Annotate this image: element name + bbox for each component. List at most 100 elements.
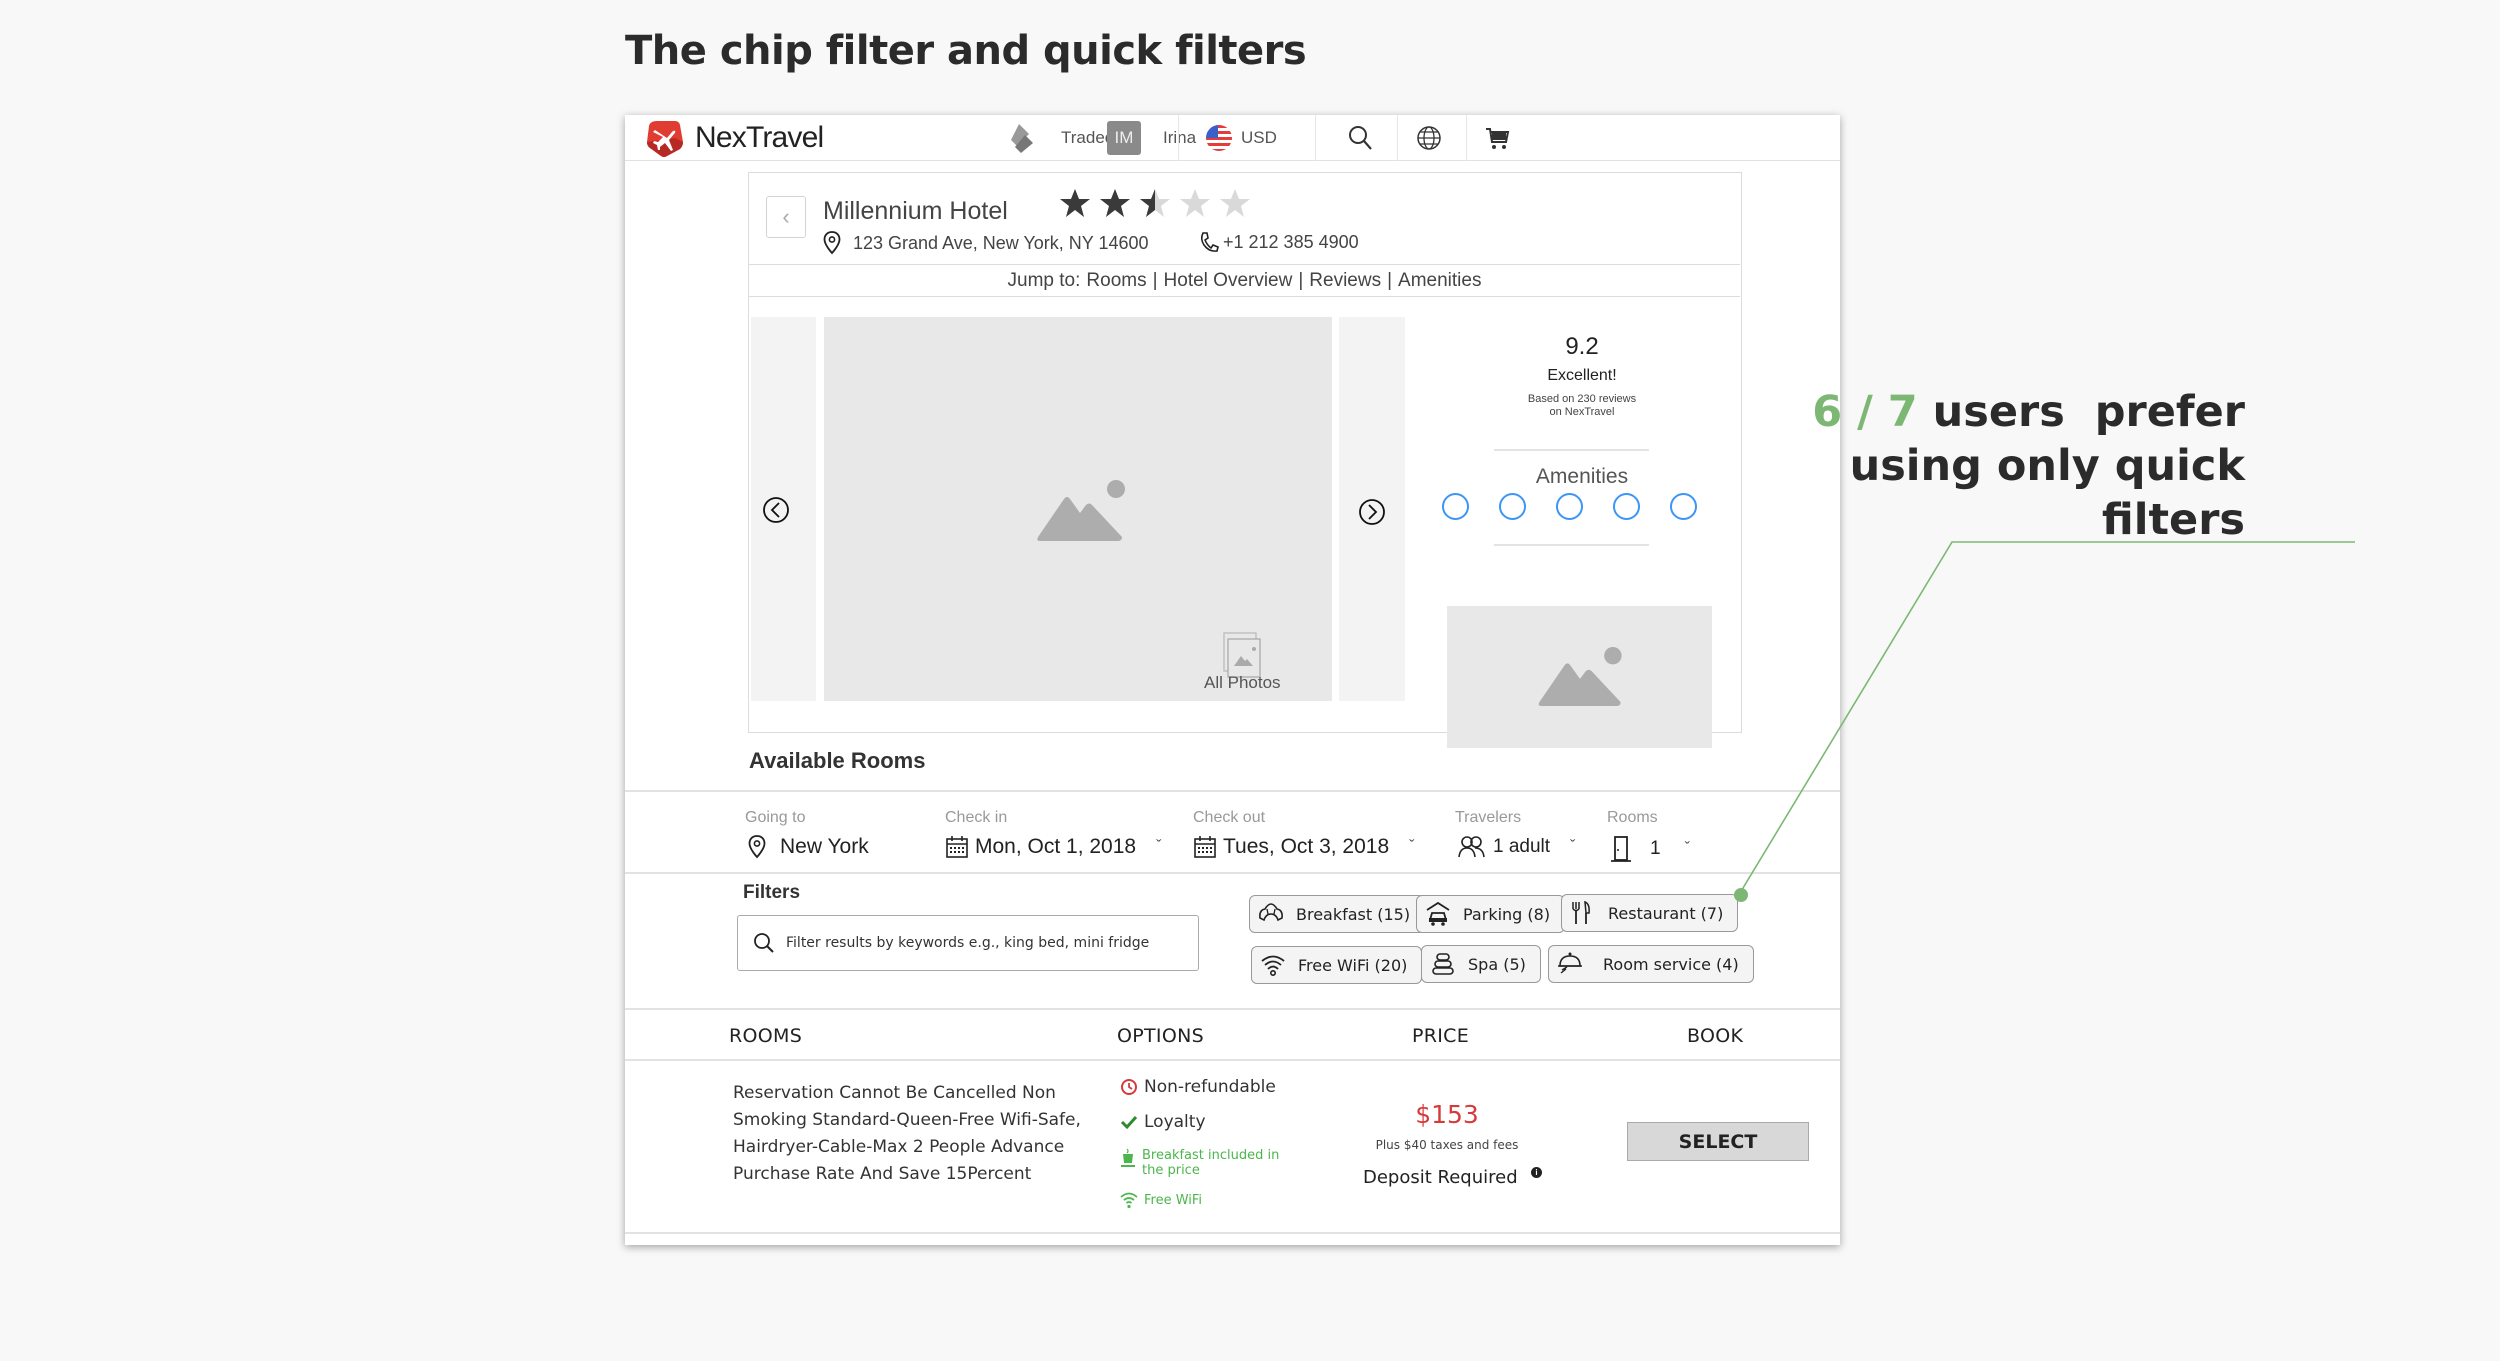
option-breakfast-line2: the price: [1142, 1163, 1200, 1178]
jump-link-hotel-overview[interactable]: Hotel Overview: [1164, 270, 1293, 292]
col-header-price: PRICE: [1412, 1025, 1470, 1047]
option-loyalty-text: Loyalty: [1144, 1112, 1206, 1132]
rooms-field[interactable]: 1 ˇ: [1610, 835, 1690, 863]
star-filled-icon: [1100, 189, 1130, 217]
hotel-phone[interactable]: +1 212 385 4900: [1199, 231, 1359, 253]
room-taxes: Plus $40 taxes and fees: [1375, 1138, 1519, 1152]
jump-link-amenities[interactable]: Amenities: [1398, 270, 1481, 292]
chevron-down-icon: ˇ: [1409, 838, 1415, 855]
jump-prefix: Jump to:: [1007, 269, 1081, 291]
amenity-circle-icon[interactable]: [1442, 493, 1469, 520]
quick-filter-breakfast[interactable]: Breakfast (15): [1249, 895, 1426, 933]
callout-line3: filters: [2101, 495, 2245, 545]
quick-filter-free-wifi[interactable]: Free WiFi (20): [1251, 946, 1423, 984]
star-filled-icon: [1060, 189, 1090, 217]
callout-line2: using only quick: [1849, 441, 2245, 491]
star-empty-icon: [1180, 189, 1210, 217]
col-header-book: BOOK: [1687, 1025, 1744, 1047]
room-description: Reservation Cannot Be Cancelled Non Smok…: [733, 1083, 1081, 1184]
clock-icon: [1121, 1079, 1137, 1095]
travelers-value: 1 adult: [1493, 836, 1551, 857]
table-header-divider: [625, 1059, 1840, 1061]
currency-label: USD: [1241, 128, 1277, 147]
insight-callout: 6 / 7 users prefer using only quick filt…: [1812, 385, 2245, 547]
jump-separator: |: [1298, 269, 1304, 291]
col-header-options: OPTIONS: [1117, 1025, 1204, 1047]
slide-title: The chip filter and quick filters: [625, 28, 1307, 74]
table-row-divider: [625, 1232, 1840, 1234]
currency-selector[interactable]: USD: [1205, 115, 1277, 161]
wifi-icon: [1120, 1192, 1138, 1209]
available-rooms-title: Available Rooms: [749, 748, 926, 773]
phone-icon: [1200, 232, 1219, 252]
travelers-label: Travelers: [1455, 809, 1522, 826]
chevron-left-icon: ‹: [782, 204, 790, 229]
location-pin-icon: [823, 231, 841, 255]
user-avatar: IM: [1107, 121, 1141, 155]
jump-link-rooms[interactable]: Rooms: [1086, 270, 1146, 292]
amenities-title: Amenities: [1535, 465, 1629, 488]
check-out-field[interactable]: Tues, Oct 3, 2018 ˇ: [1193, 835, 1414, 859]
info-icon[interactable]: i: [1531, 1167, 1542, 1178]
search-icon: [754, 933, 774, 953]
nav-divider: [1466, 115, 1467, 161]
search-button[interactable]: [1347, 115, 1375, 161]
amenity-circle-icon[interactable]: [1556, 493, 1583, 520]
cart-icon: [1486, 128, 1510, 149]
quick-filter-spa[interactable]: Spa (5): [1421, 945, 1541, 983]
fork-knife-icon: [1572, 900, 1590, 924]
col-header-rooms: ROOMS: [729, 1025, 803, 1047]
language-button[interactable]: [1415, 115, 1443, 161]
filter-keyword-input[interactable]: [786, 935, 1186, 951]
wifi-icon: [1261, 955, 1285, 976]
gallery-prev-button[interactable]: [761, 495, 791, 525]
gallery-prev-strip: [751, 317, 816, 701]
option-loyalty: Loyalty: [1120, 1112, 1206, 1132]
option-refund: Non-refundable: [1120, 1077, 1276, 1097]
user-menu[interactable]: IM Irina: [877, 115, 1196, 161]
quick-filter-room-service[interactable]: Room service (4): [1548, 945, 1754, 983]
option-refund-text: Non-refundable: [1144, 1077, 1276, 1097]
app-window: NexTravel Tradecraft IM Irina USD ‹ Mill…: [625, 115, 1840, 1245]
phone-text: +1 212 385 4900: [1223, 231, 1359, 252]
search-icon: [1349, 126, 1372, 150]
going-to-field[interactable]: New York: [748, 835, 869, 859]
check-in-value: Mon, Oct 1, 2018: [975, 835, 1137, 858]
parking-garage-icon: [1426, 901, 1450, 926]
jump-link-reviews[interactable]: Reviews: [1309, 270, 1381, 292]
cart-button[interactable]: [1483, 115, 1511, 161]
callout-line1-rest: users prefer: [1917, 387, 2245, 437]
travelers-field[interactable]: 1 adult ˇ: [1457, 835, 1575, 859]
chip-label: Breakfast (15): [1296, 904, 1411, 924]
chip-label: Room service (4): [1603, 954, 1739, 974]
star-rating: [1059, 187, 1251, 219]
check-in-field[interactable]: Mon, Oct 1, 2018 ˇ: [945, 835, 1161, 859]
rating-sub-line1: Based on 230 reviews: [1527, 393, 1637, 405]
amenity-circle-icon[interactable]: [1613, 493, 1640, 520]
us-flag-icon: [1206, 125, 1232, 151]
back-button[interactable]: ‹: [766, 196, 806, 238]
amenity-circle-icon[interactable]: [1670, 493, 1697, 520]
travelers-icon: [1458, 836, 1485, 858]
select-room-button[interactable]: SELECT: [1627, 1122, 1809, 1161]
gallery-next-button[interactable]: [1357, 497, 1387, 527]
all-photos-label[interactable]: All Photos: [1204, 673, 1281, 693]
option-breakfast-text: Breakfast included in the price: [1142, 1148, 1279, 1178]
check-in-label: Check in: [945, 809, 1008, 826]
amenity-circle-icon[interactable]: [1499, 493, 1526, 520]
hotel-details-panel: ‹ Millennium Hotel 123 Grand Ave, New Yo…: [748, 172, 1742, 748]
chip-label: Restaurant (7): [1608, 903, 1724, 923]
filters-title: Filters: [743, 882, 801, 903]
amenities-divider: [1494, 544, 1649, 546]
calendar-icon: [946, 836, 968, 858]
hotel-main-photo[interactable]: All Photos: [824, 317, 1332, 701]
filter-keyword-box[interactable]: [737, 915, 1199, 971]
chevron-down-icon: ˇ: [1570, 838, 1576, 855]
quick-filter-restaurant[interactable]: Restaurant (7): [1561, 894, 1739, 932]
brand-name[interactable]: NexTravel: [695, 121, 824, 155]
chip-label: Spa (5): [1468, 954, 1526, 974]
star-empty-icon: [1220, 189, 1250, 217]
hotel-map-thumbnail[interactable]: [1447, 606, 1712, 748]
nextravel-logo-icon[interactable]: [645, 118, 685, 158]
quick-filter-parking[interactable]: Parking (8): [1416, 895, 1566, 933]
